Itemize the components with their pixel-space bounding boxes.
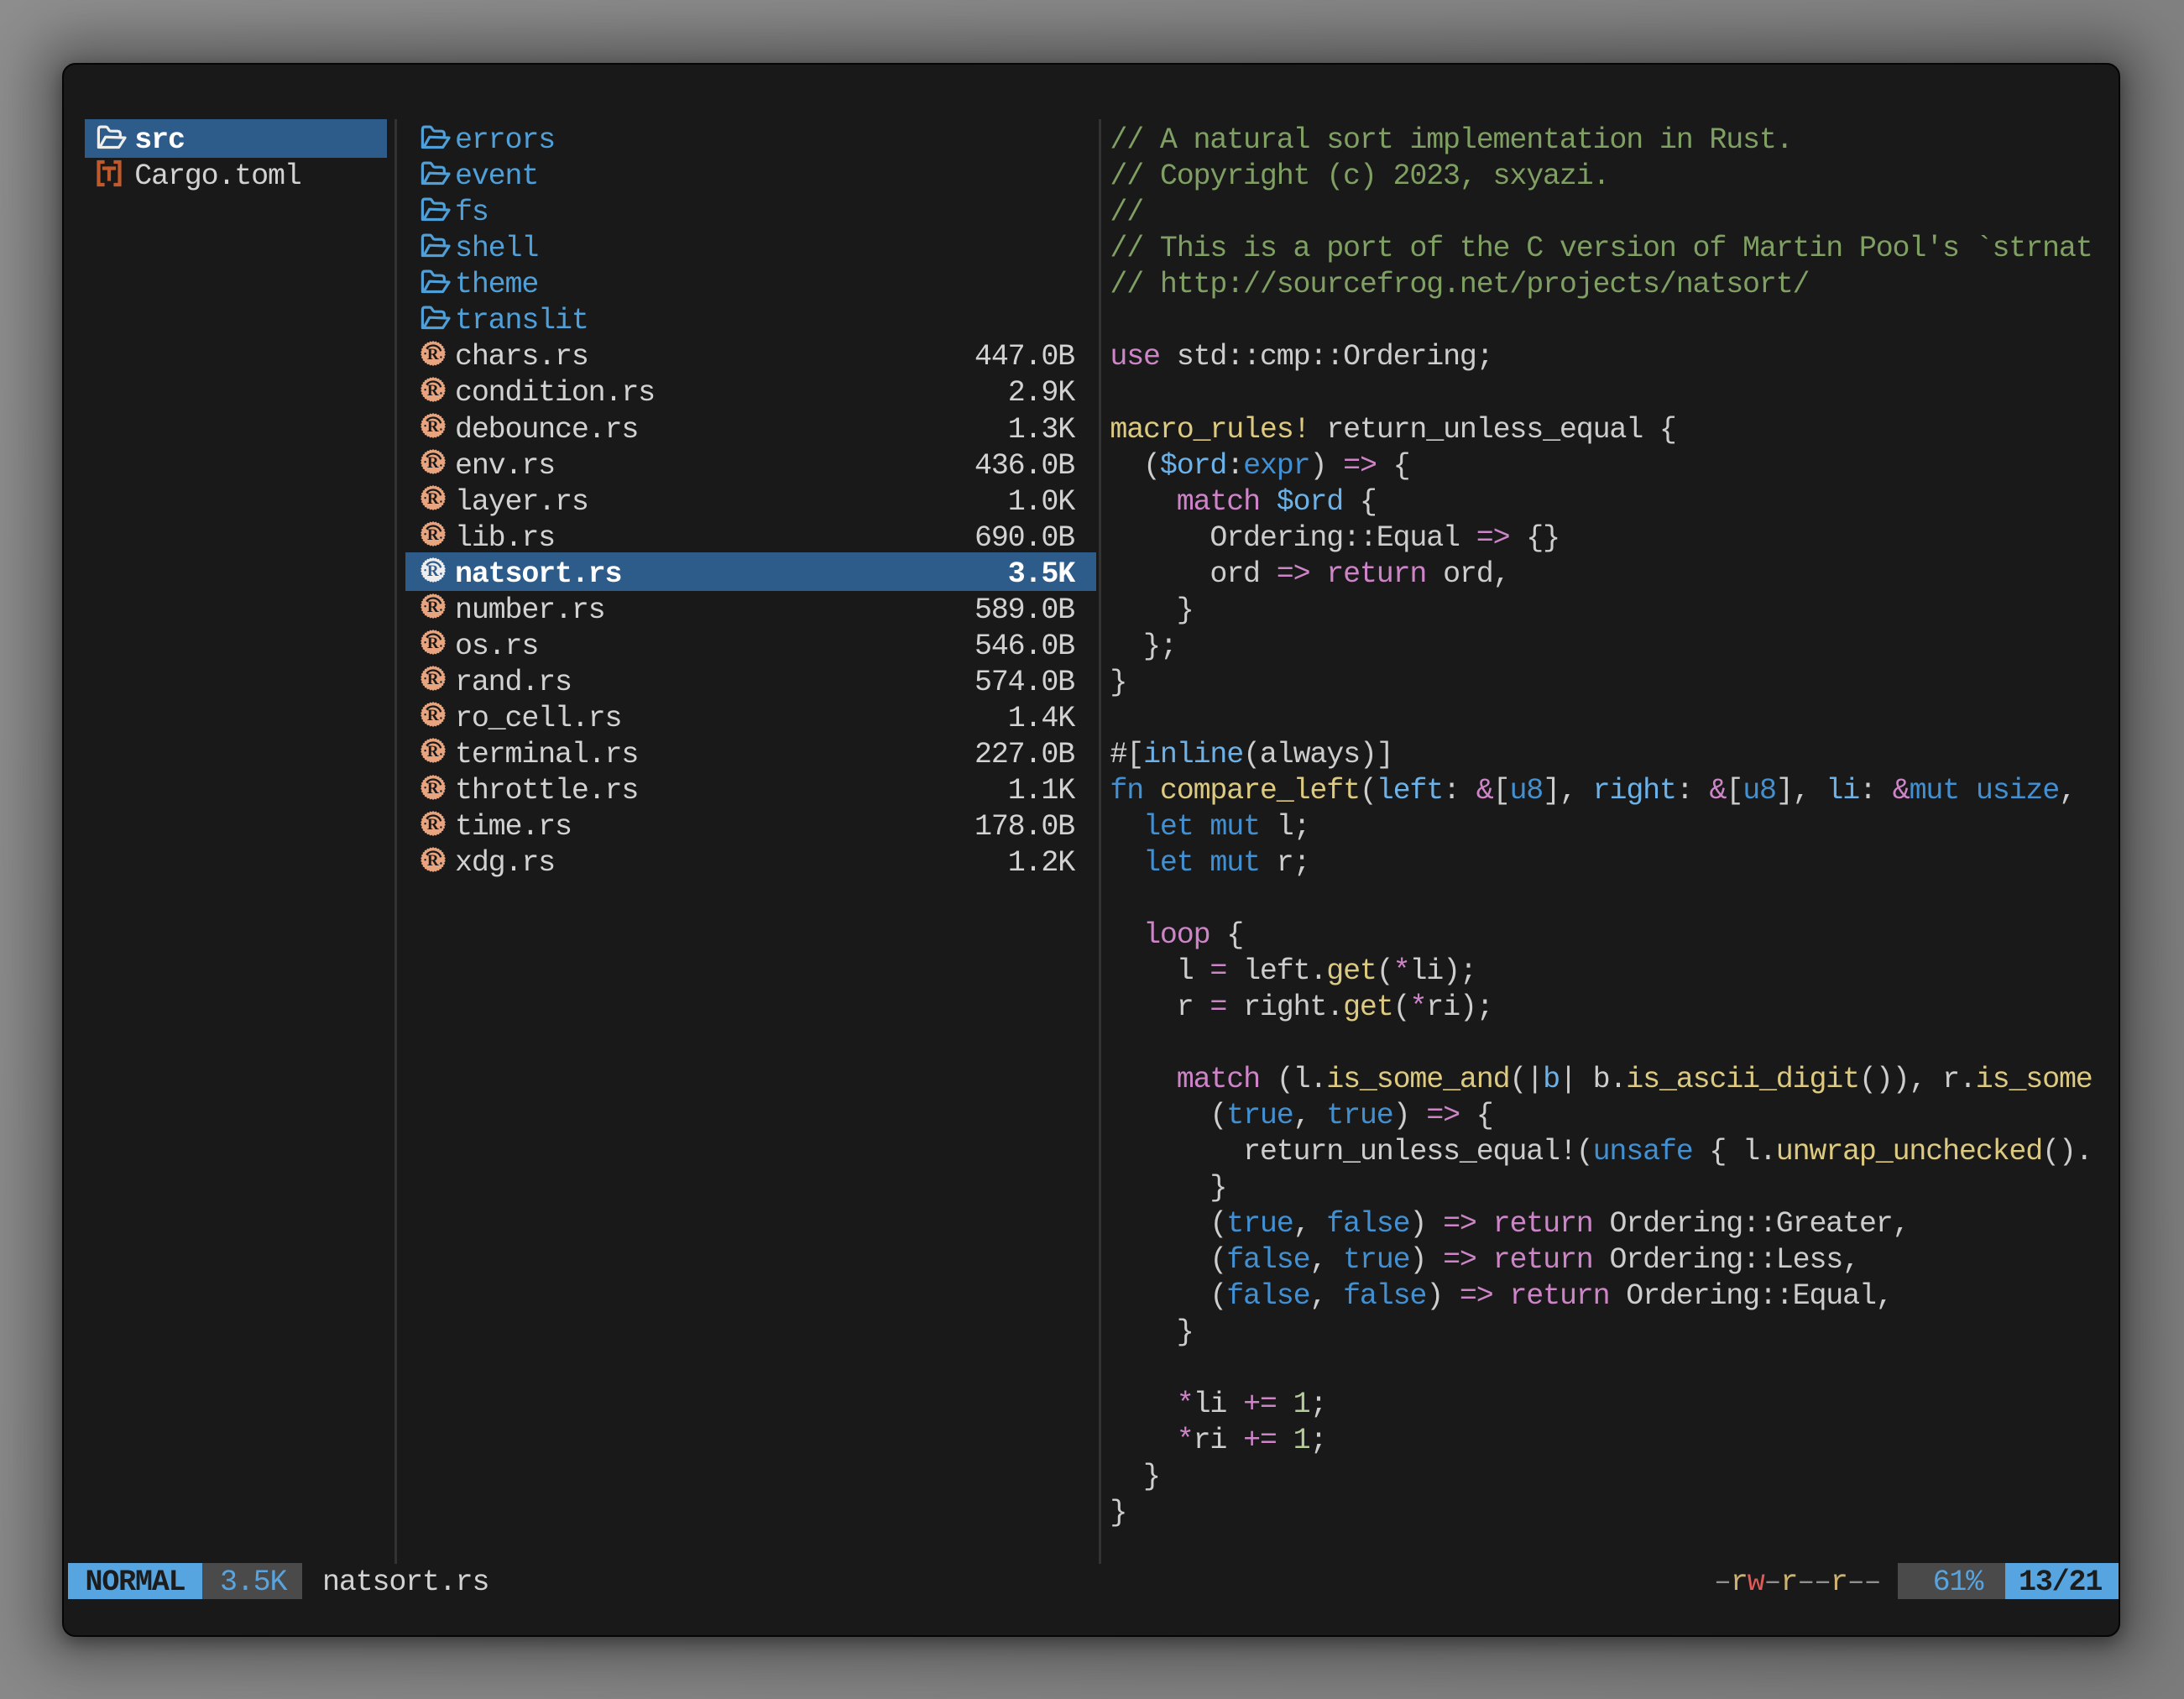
svg-text:R: R xyxy=(427,562,439,580)
svg-text:R: R xyxy=(427,490,439,508)
svg-text:R: R xyxy=(427,780,439,797)
svg-text:R: R xyxy=(427,816,439,834)
svg-text:R: R xyxy=(427,707,439,724)
svg-text:R: R xyxy=(427,346,439,363)
svg-text:R: R xyxy=(427,454,439,472)
svg-text:R: R xyxy=(427,743,439,761)
svg-text:R: R xyxy=(427,671,439,688)
svg-text:R: R xyxy=(427,599,439,616)
svg-text:R: R xyxy=(427,418,439,436)
svg-text:R: R xyxy=(427,382,439,400)
svg-text:R: R xyxy=(427,852,439,870)
svg-text:R: R xyxy=(427,526,439,544)
svg-text:R: R xyxy=(427,635,439,652)
